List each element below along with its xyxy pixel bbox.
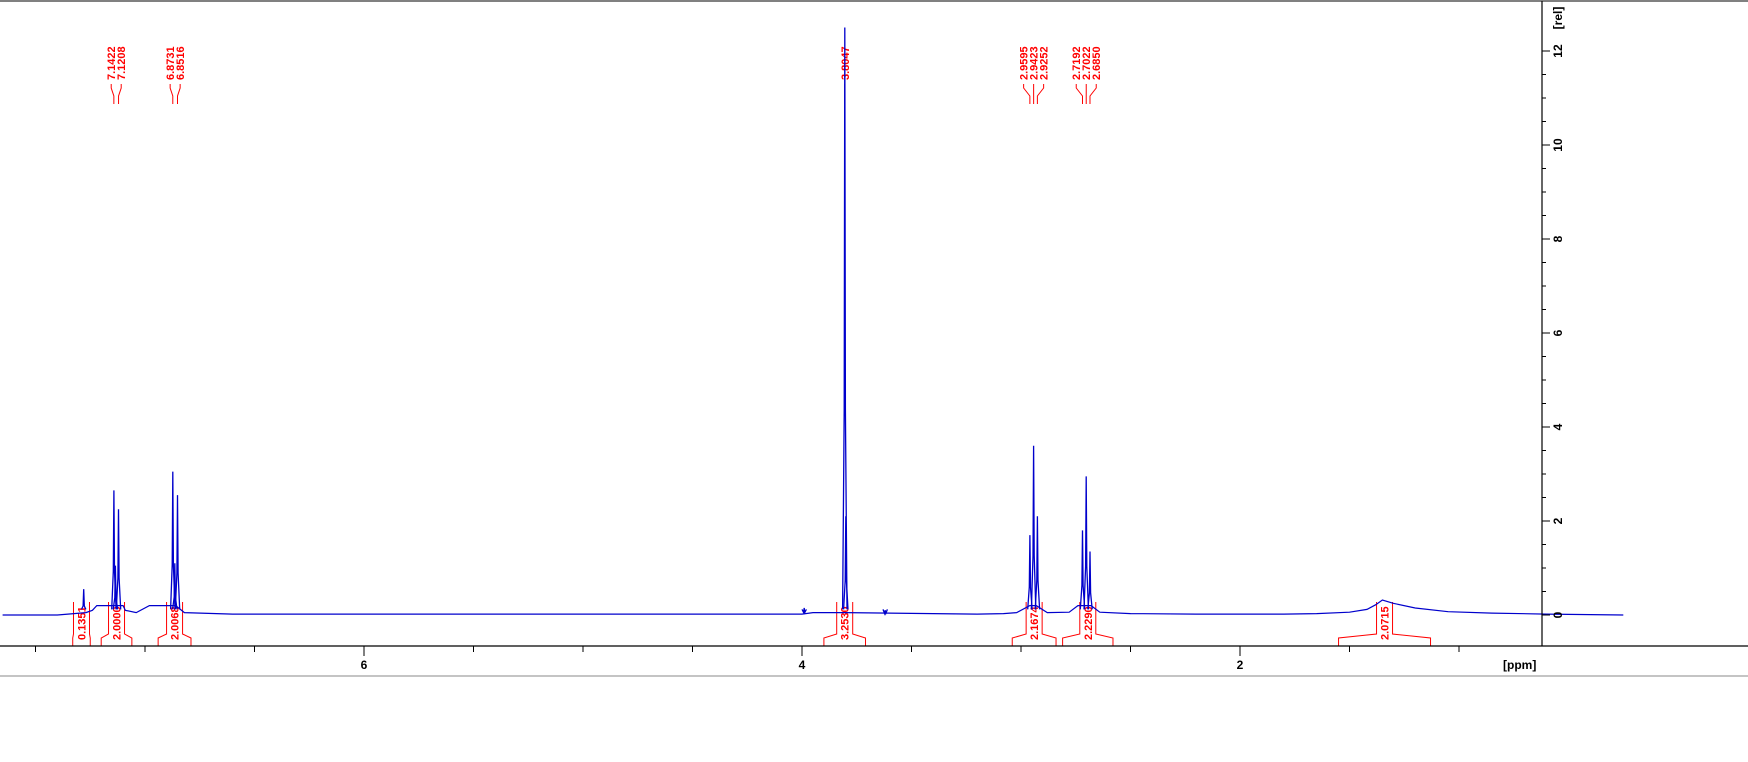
peak-label-connector <box>1076 84 1082 104</box>
spectrum-peak <box>1088 552 1092 610</box>
peak-label-connector <box>1024 84 1030 104</box>
y-tick-label: 0 <box>1551 611 1565 618</box>
nmr-spectrum-chart: 7.14227.12086.87316.85163.80472.95952.94… <box>0 0 1748 757</box>
spectrum-peak <box>116 509 120 609</box>
peak-label-connector <box>111 84 114 104</box>
spectrum-peak <box>844 516 848 609</box>
spectrum-layer <box>3 28 1624 616</box>
integral-value: 3.2530 <box>840 606 852 640</box>
peak-label: 7.1208 <box>116 46 128 80</box>
annotations-layer: 7.14227.12086.87316.85163.80472.95952.94… <box>73 46 1431 646</box>
y-axis-label: [rel] <box>1551 7 1565 30</box>
peak-label-connector <box>170 84 173 104</box>
spectrum-peak <box>1084 476 1088 609</box>
x-tick-label: 6 <box>361 658 368 672</box>
y-tick-label: 4 <box>1551 423 1565 430</box>
x-tick-label: 4 <box>799 658 806 672</box>
y-tick-label: 6 <box>1551 329 1565 336</box>
peak-label-connector <box>119 84 122 104</box>
peak-label: 6.8516 <box>175 46 187 80</box>
spectrum-peak <box>802 608 806 613</box>
integral-value: 0.1351 <box>76 606 88 640</box>
peak-label: 2.9252 <box>1039 46 1051 80</box>
integral-value: 2.1674 <box>1029 605 1041 640</box>
spectrum-peak <box>1031 446 1035 610</box>
peak-label: 2.6850 <box>1091 46 1103 80</box>
axes-layer: 6 4 2 [ppm] 0 2 4 6 8 10 12 [rel] <box>0 1 1748 676</box>
peak-label-connector <box>1037 84 1043 104</box>
peak-label-connector <box>177 84 180 104</box>
integral-value: 2.0068 <box>170 606 182 640</box>
peak-label-connector <box>1090 84 1096 104</box>
y-tick-label: 8 <box>1551 235 1565 242</box>
x-tick-label: 2 <box>1237 658 1244 672</box>
integral-value: 2.0715 <box>1380 606 1392 640</box>
integral-value: 2.2290 <box>1083 606 1095 640</box>
peak-label: 3.8047 <box>840 46 852 80</box>
integral-value: 2.0000 <box>112 606 124 640</box>
y-tick-label: 2 <box>1551 517 1565 524</box>
y-tick-label: 10 <box>1551 138 1565 152</box>
nmr-spectrum-view: 7.14227.12086.87316.85163.80472.95952.94… <box>0 0 1748 757</box>
y-tick-label: 12 <box>1551 44 1565 58</box>
spectrum-peak <box>1035 516 1039 609</box>
x-axis-label: [ppm] <box>1503 658 1536 672</box>
spectrum-peak <box>82 589 86 609</box>
